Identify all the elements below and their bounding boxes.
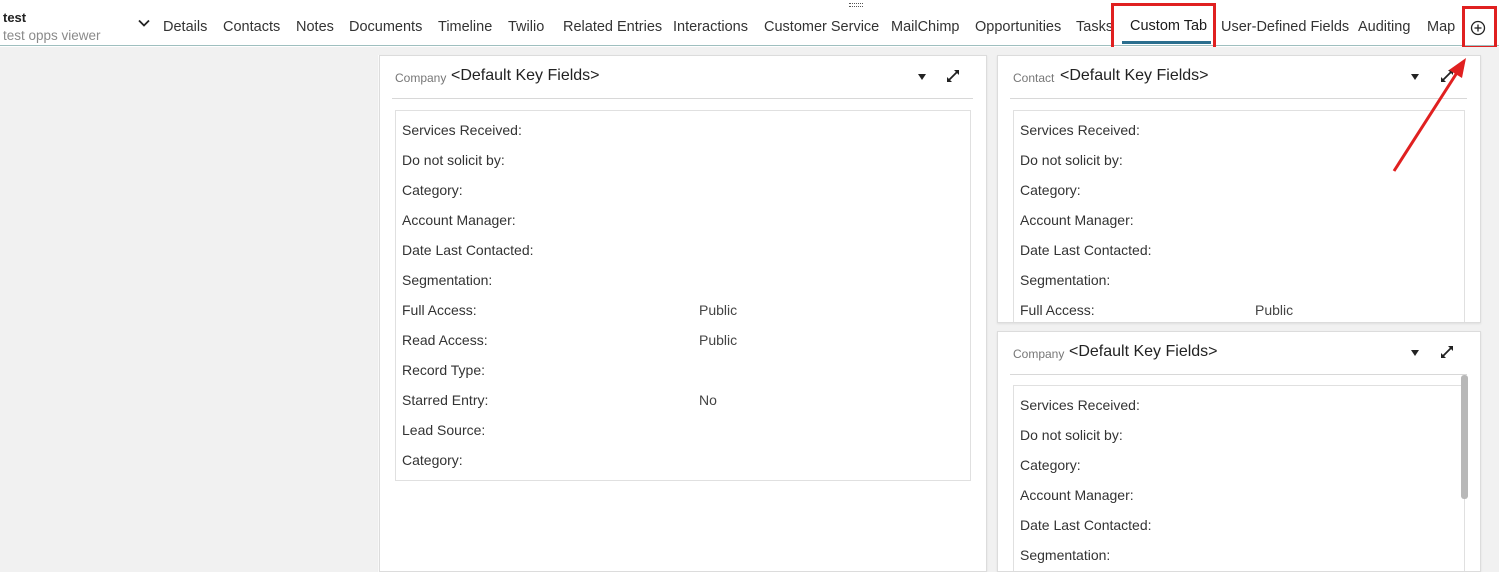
record-header: test test opps viewer Details Contacts N… xyxy=(0,0,1499,51)
company-key-fields-panel-2: Company <Default Key Fields> Services Re… xyxy=(997,331,1481,572)
field-label: Services Received: xyxy=(1020,122,1140,138)
tab-user-defined-fields[interactable]: User-Defined Fields xyxy=(1221,19,1349,35)
field-value: Public xyxy=(699,332,738,348)
tab-timeline[interactable]: Timeline xyxy=(438,19,492,35)
field-label: Segmentation: xyxy=(1020,272,1111,288)
field-label: Starred Entry: xyxy=(402,392,489,408)
caret-down-icon[interactable] xyxy=(1410,72,1420,82)
tab-details[interactable]: Details xyxy=(163,19,207,35)
tab-map[interactable]: Map xyxy=(1427,19,1455,35)
field-label: Read Access: xyxy=(402,332,488,348)
field-label: Date Last Contacted: xyxy=(1020,517,1152,533)
field-label: Record Type: xyxy=(402,362,486,378)
panel-entity-label: Company xyxy=(395,71,447,85)
panel-entity-label: Contact xyxy=(1013,71,1055,85)
field-label: Account Manager: xyxy=(1020,212,1134,228)
tab-tasks[interactable]: Tasks xyxy=(1076,19,1113,35)
field-label: Do not solicit by: xyxy=(1020,427,1123,443)
tab-documents[interactable]: Documents xyxy=(349,19,422,35)
plus-circle-icon[interactable] xyxy=(1470,20,1486,36)
fields-container: Services Received: Do not solicit by: Ca… xyxy=(1013,110,1465,322)
field-label: Category: xyxy=(402,452,463,468)
field-label: Date Last Contacted: xyxy=(1020,242,1152,258)
field-label: Segmentation: xyxy=(402,272,493,288)
tab-contacts[interactable]: Contacts xyxy=(223,19,280,35)
custom-tab-highlight xyxy=(1111,3,1216,51)
field-label: Full Access: xyxy=(1020,302,1095,318)
field-label: Account Manager: xyxy=(402,212,516,228)
expand-icon[interactable] xyxy=(1439,344,1455,360)
tab-twilio[interactable]: Twilio xyxy=(508,19,544,35)
field-label: Category: xyxy=(402,182,463,198)
field-label: Category: xyxy=(1020,182,1081,198)
field-label: Date Last Contacted: xyxy=(402,242,534,258)
panel-header: Contact <Default Key Fields> xyxy=(1010,56,1467,99)
left-sidebar xyxy=(0,47,378,572)
panel-title: <Default Key Fields> xyxy=(1069,343,1218,360)
panel-title: <Default Key Fields> xyxy=(451,67,600,84)
caret-down-icon[interactable] xyxy=(917,72,927,82)
field-label: Do not solicit by: xyxy=(402,152,505,168)
fields-container: Services Received: Do not solicit by: Ca… xyxy=(1013,385,1465,571)
panel-scrollbar[interactable] xyxy=(1461,375,1468,499)
chevron-down-icon[interactable] xyxy=(138,17,150,29)
field-label: Services Received: xyxy=(1020,397,1140,413)
content-top-band xyxy=(378,47,1499,55)
tab-opportunities[interactable]: Opportunities xyxy=(975,19,1061,35)
panel-header: Company <Default Key Fields> xyxy=(1010,332,1467,375)
field-label: Segmentation: xyxy=(1020,547,1111,563)
field-label: Do not solicit by: xyxy=(1020,152,1123,168)
field-label: Lead Source: xyxy=(402,422,486,438)
caret-down-icon[interactable] xyxy=(1410,348,1420,358)
tab-notes[interactable]: Notes xyxy=(296,19,334,35)
tab-auditing[interactable]: Auditing xyxy=(1358,19,1410,35)
panel-entity-label: Company xyxy=(1013,347,1065,361)
record-subtitle: test opps viewer xyxy=(3,28,101,43)
record-title: test xyxy=(3,10,27,25)
drag-handle[interactable] xyxy=(849,3,863,7)
panel-header: Company <Default Key Fields> xyxy=(392,56,973,99)
right-gutter xyxy=(1481,47,1499,572)
field-value: Public xyxy=(1255,302,1294,318)
field-value: No xyxy=(699,392,717,408)
tab-customer-service[interactable]: Customer Service xyxy=(764,19,879,35)
field-label: Account Manager: xyxy=(1020,487,1134,503)
field-label: Services Received: xyxy=(402,122,522,138)
column-gap xyxy=(987,47,997,572)
tab-mailchimp[interactable]: MailChimp xyxy=(891,19,960,35)
contact-key-fields-panel: Contact <Default Key Fields> Services Re… xyxy=(997,55,1481,323)
field-value: Public xyxy=(699,302,738,318)
panel-title: <Default Key Fields> xyxy=(1060,67,1209,84)
company-key-fields-panel: Company <Default Key Fields> Services Re… xyxy=(379,55,987,572)
field-label: Category: xyxy=(1020,457,1081,473)
field-label: Full Access: xyxy=(402,302,477,318)
tab-interactions[interactable]: Interactions xyxy=(673,19,748,35)
expand-icon[interactable] xyxy=(945,68,961,84)
expand-icon[interactable] xyxy=(1439,68,1455,84)
fields-container: Services Received: Do not solicit by: Ca… xyxy=(395,110,971,481)
tab-related-entries[interactable]: Related Entries xyxy=(563,19,662,35)
